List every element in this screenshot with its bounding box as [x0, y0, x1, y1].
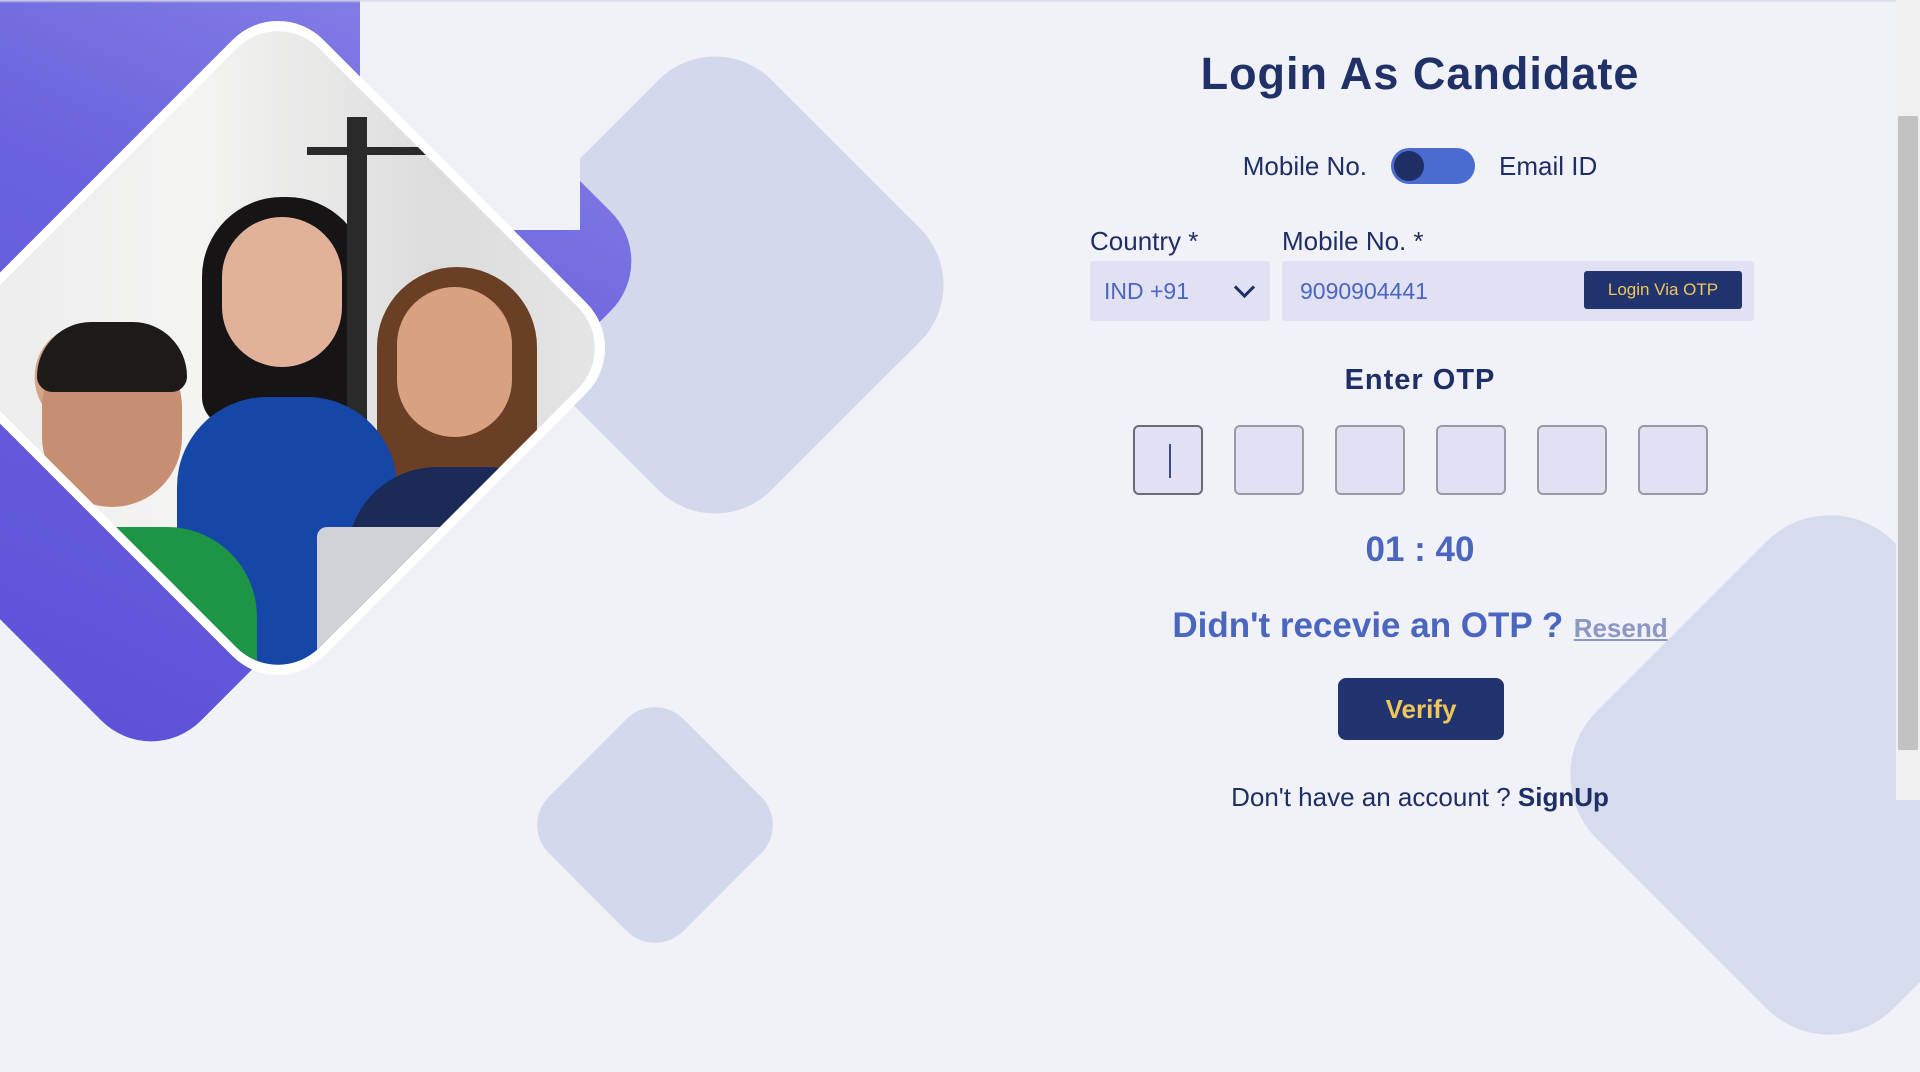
enter-otp-heading: Enter OTP — [1344, 364, 1496, 396]
otp-digit-input[interactable] — [1435, 425, 1506, 495]
verify-button[interactable]: Verify — [1338, 678, 1504, 740]
page-title: Login As Candidate — [1200, 48, 1640, 99]
switch-knob — [1394, 151, 1425, 181]
signup-link[interactable]: SignUp — [1518, 782, 1609, 812]
toggle-label-email: Email ID — [1499, 150, 1598, 181]
shelf — [347, 117, 367, 437]
toggle-label-mobile: Mobile No. — [1242, 150, 1368, 181]
otp-input-group — [1000, 425, 1840, 495]
mobile-number-value: 9090904441 — [1300, 278, 1428, 304]
country-code-select[interactable]: IND +91 — [1090, 261, 1270, 321]
top-shadow — [0, 0, 1896, 3]
person-head — [397, 287, 512, 437]
mobile-number-field[interactable]: 9090904441 Login Via OTP — [1282, 261, 1754, 321]
shelf-board — [307, 147, 447, 155]
login-panel: Login As Candidate Mobile No. Email ID C… — [1000, 0, 1840, 812]
country-code-value: IND +91 — [1104, 277, 1190, 304]
resend-link[interactable]: Resend — [1574, 613, 1668, 643]
scrollbar-thumb[interactable] — [1898, 116, 1918, 750]
mobile-label: Mobile No. * — [1282, 226, 1424, 256]
person-hair — [37, 322, 187, 392]
otp-digit-input[interactable] — [1536, 425, 1607, 495]
signup-row: Don't have an account ? SignUp — [1000, 782, 1840, 813]
otp-digit-input[interactable] — [1334, 425, 1405, 495]
otp-digit-input[interactable] — [1233, 425, 1304, 495]
otp-digit-input[interactable] — [1132, 425, 1203, 495]
resend-question: Didn't recevie an OTP ? — [1172, 606, 1564, 645]
signup-prompt: Don't have an account ? — [1231, 782, 1511, 812]
decorative-diamond-small — [520, 690, 790, 960]
resend-row: Didn't recevie an OTP ? Resend — [1000, 606, 1840, 646]
login-via-otp-button[interactable]: Login Via OTP — [1584, 271, 1742, 309]
login-method-toggle-row: Mobile No. Email ID — [1000, 146, 1840, 186]
laptop — [317, 527, 557, 689]
chevron-down-icon — [1233, 276, 1256, 298]
otp-digit-input[interactable] — [1637, 425, 1708, 495]
otp-countdown-timer: 01 : 40 — [1365, 530, 1475, 569]
login-method-switch[interactable] — [1391, 148, 1476, 184]
person-head — [222, 217, 342, 367]
country-label: Country * — [1090, 226, 1199, 256]
